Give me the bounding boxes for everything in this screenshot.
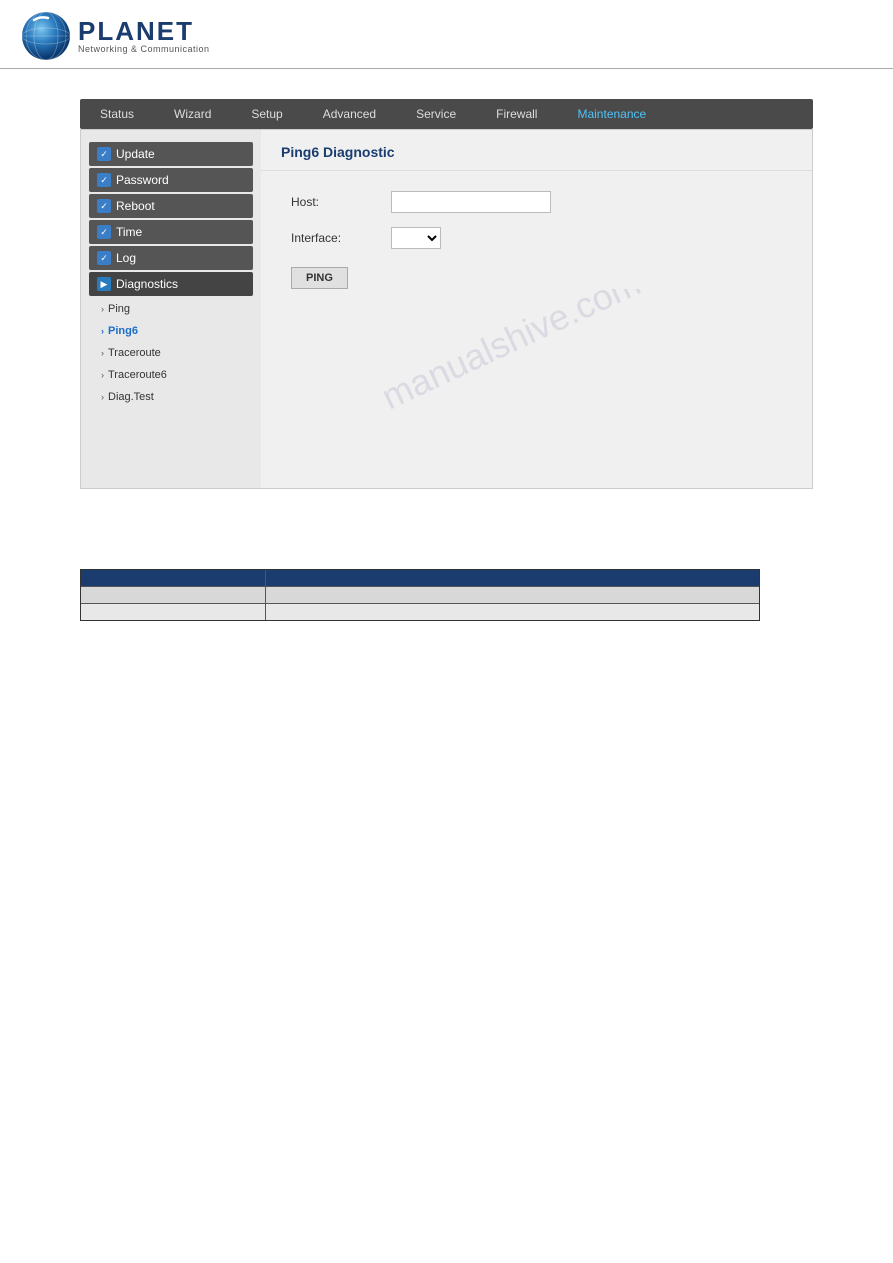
interface-label: Interface:: [291, 231, 391, 245]
table-cell-col2: [266, 587, 759, 603]
password-check-icon: ✓: [97, 173, 111, 187]
nav-advanced[interactable]: Advanced: [303, 99, 396, 129]
sidebar-subitem-ping[interactable]: › Ping: [81, 298, 261, 320]
log-check-icon: ✓: [97, 251, 111, 265]
sidebar-password-label: Password: [116, 173, 169, 187]
table-row: [81, 587, 759, 604]
interface-select[interactable]: [391, 227, 441, 249]
sidebar-traceroute6-label: Traceroute6: [108, 369, 167, 381]
sidebar-item-password[interactable]: ✓ Password: [89, 168, 253, 192]
sidebar-diagtest-label: Diag.Test: [108, 391, 154, 403]
panel-body: Host: Interface: PING manualshive.com: [261, 171, 812, 469]
table-cell-col2: [266, 604, 759, 620]
host-label: Host:: [291, 195, 391, 209]
host-input[interactable]: [391, 191, 551, 213]
ping-arrow-icon: ›: [101, 304, 104, 314]
nav-wizard[interactable]: Wizard: [154, 99, 231, 129]
sidebar-item-diagnostics[interactable]: ▶ Diagnostics: [89, 272, 253, 296]
sidebar-traceroute-label: Traceroute: [108, 347, 161, 359]
watermark-text: manualshive.com: [375, 289, 647, 418]
table-cell-col1: [81, 604, 266, 620]
sidebar-diagnostics-label: Diagnostics: [116, 277, 178, 291]
watermark-area: manualshive.com: [291, 289, 782, 449]
table-row: [81, 604, 759, 620]
main-panel: Ping6 Diagnostic Host: Interface: PING: [261, 130, 812, 488]
update-check-icon: ✓: [97, 147, 111, 161]
sidebar-log-label: Log: [116, 251, 136, 265]
ping6-arrow-icon: ›: [101, 326, 104, 336]
nav-maintenance[interactable]: Maintenance: [557, 99, 666, 129]
sidebar-subitem-traceroute[interactable]: › Traceroute: [81, 342, 261, 364]
nav-firewall[interactable]: Firewall: [476, 99, 557, 129]
bottom-table: [80, 569, 760, 621]
traceroute6-arrow-icon: ›: [101, 370, 104, 380]
sidebar-ping-label: Ping: [108, 303, 130, 315]
time-check-icon: ✓: [97, 225, 111, 239]
bottom-section: [80, 569, 813, 621]
diagnostics-check-icon: ▶: [97, 277, 111, 291]
interface-row: Interface:: [291, 227, 782, 249]
ping-button[interactable]: PING: [291, 267, 348, 289]
content-area: ✓ Update ✓ Password ✓ Reboot ✓ Time ✓ Lo…: [80, 129, 813, 489]
table-header-col2: [266, 570, 759, 586]
host-row: Host:: [291, 191, 782, 213]
reboot-check-icon: ✓: [97, 199, 111, 213]
sidebar-subitem-diag-test[interactable]: › Diag.Test: [81, 386, 261, 408]
sidebar-subitem-ping6[interactable]: › Ping6: [81, 320, 261, 342]
sidebar-ping6-label: Ping6: [108, 325, 138, 337]
logo: PLANET Networking & Communication: [20, 10, 210, 62]
nav-status[interactable]: Status: [80, 99, 154, 129]
table-header-col1: [81, 570, 266, 586]
sidebar: ✓ Update ✓ Password ✓ Reboot ✓ Time ✓ Lo…: [81, 130, 261, 488]
diagtest-arrow-icon: ›: [101, 392, 104, 402]
traceroute-arrow-icon: ›: [101, 348, 104, 358]
sidebar-item-update[interactable]: ✓ Update: [89, 142, 253, 166]
sidebar-reboot-label: Reboot: [116, 199, 155, 213]
panel-title: Ping6 Diagnostic: [261, 130, 812, 171]
logo-globe-icon: [20, 10, 72, 62]
sidebar-update-label: Update: [116, 147, 155, 161]
page-header: PLANET Networking & Communication: [0, 0, 893, 69]
logo-planet-label: PLANET: [78, 18, 210, 44]
sidebar-time-label: Time: [116, 225, 142, 239]
sidebar-item-log[interactable]: ✓ Log: [89, 246, 253, 270]
table-header-row: [81, 570, 759, 587]
nav-service[interactable]: Service: [396, 99, 476, 129]
logo-subtitle-label: Networking & Communication: [78, 44, 210, 54]
table-cell-col1: [81, 587, 266, 603]
sidebar-item-time[interactable]: ✓ Time: [89, 220, 253, 244]
nav-setup[interactable]: Setup: [231, 99, 302, 129]
sidebar-subitem-traceroute6[interactable]: › Traceroute6: [81, 364, 261, 386]
logo-text: PLANET Networking & Communication: [78, 18, 210, 54]
sidebar-item-reboot[interactable]: ✓ Reboot: [89, 194, 253, 218]
navbar: Status Wizard Setup Advanced Service Fir…: [80, 99, 813, 129]
main-content: Status Wizard Setup Advanced Service Fir…: [0, 69, 893, 651]
